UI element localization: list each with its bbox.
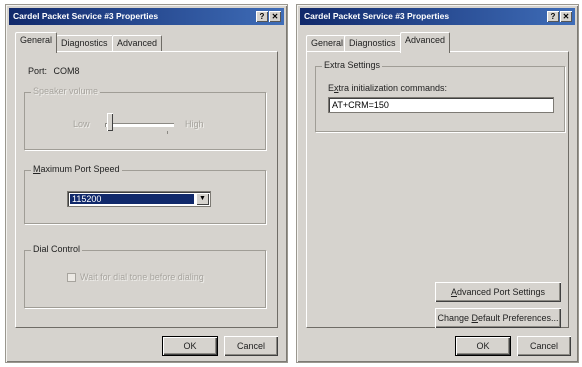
help-button[interactable]: ?: [256, 11, 268, 22]
tab-diagnostics[interactable]: Diagnostics: [56, 35, 113, 51]
ok-button[interactable]: OK: [455, 336, 511, 356]
max-port-speed-label: Maximum Port Speed: [31, 164, 122, 174]
max-port-speed-group: Maximum Port Speed 115200 ▼: [24, 164, 266, 224]
volume-low-label: Low: [73, 119, 90, 129]
close-button[interactable]: ✕: [560, 11, 572, 22]
dial-control-group: Dial Control Wait for dial tone before d…: [24, 244, 266, 308]
volume-slider-thumb[interactable]: [107, 113, 113, 131]
port-label: Port:: [28, 66, 48, 76]
port-row: Port: COM8: [28, 66, 80, 76]
slider-tick: [167, 131, 168, 134]
speaker-volume-label: Speaker volume: [31, 86, 101, 96]
window-title: Cardel Packet Service #3 Properties: [13, 11, 159, 21]
title-bar[interactable]: Cardel Packet Service #3 Properties ? ✕: [300, 8, 575, 25]
help-button[interactable]: ?: [547, 11, 559, 22]
speaker-volume-group: Speaker volume Low High: [24, 86, 266, 150]
properties-dialog-advanced: Cardel Packet Service #3 Properties ? ✕ …: [296, 4, 579, 363]
change-default-preferences-button[interactable]: Change Default Preferences...: [435, 308, 561, 328]
tab-panel: Port: COM8 Speaker volume Low High Maxim…: [15, 51, 278, 328]
title-bar[interactable]: Cardel Packet Service #3 Properties ? ✕: [9, 8, 284, 25]
dial-control-label: Dial Control: [31, 244, 83, 254]
close-button[interactable]: ✕: [269, 11, 281, 22]
tab-panel: Extra Settings Extra initialization comm…: [306, 51, 569, 328]
extra-settings-group: Extra Settings Extra initialization comm…: [315, 60, 565, 132]
properties-dialog-general: Cardel Packet Service #3 Properties ? ✕ …: [5, 4, 288, 363]
cancel-button[interactable]: Cancel: [224, 336, 278, 356]
volume-high-label: High: [185, 119, 204, 129]
dial-tone-checkbox[interactable]: [67, 273, 76, 282]
extra-init-commands-input[interactable]: AT+CRM=150: [328, 97, 554, 113]
advanced-port-settings-button[interactable]: Advanced Port Settings: [435, 282, 561, 302]
port-value: COM8: [53, 66, 80, 76]
extra-settings-label: Extra Settings: [322, 60, 383, 70]
tab-advanced[interactable]: Advanced: [400, 32, 451, 53]
max-port-speed-select[interactable]: 115200 ▼: [67, 191, 211, 207]
window-title: Cardel Packet Service #3 Properties: [304, 11, 450, 21]
ok-button[interactable]: OK: [162, 336, 218, 356]
extra-init-commands-label: Extra initialization commands:: [328, 83, 448, 93]
tab-advanced[interactable]: Advanced: [112, 35, 163, 51]
max-port-speed-value: 115200: [70, 194, 194, 204]
tab-diagnostics[interactable]: Diagnostics: [344, 35, 401, 51]
cancel-button[interactable]: Cancel: [517, 336, 571, 356]
chevron-down-icon[interactable]: ▼: [196, 193, 209, 205]
volume-slider-track[interactable]: [105, 123, 174, 127]
tab-general[interactable]: General: [306, 35, 349, 51]
dial-tone-checkbox-label: Wait for dial tone before dialing: [80, 272, 204, 282]
tab-general[interactable]: General: [15, 32, 58, 53]
